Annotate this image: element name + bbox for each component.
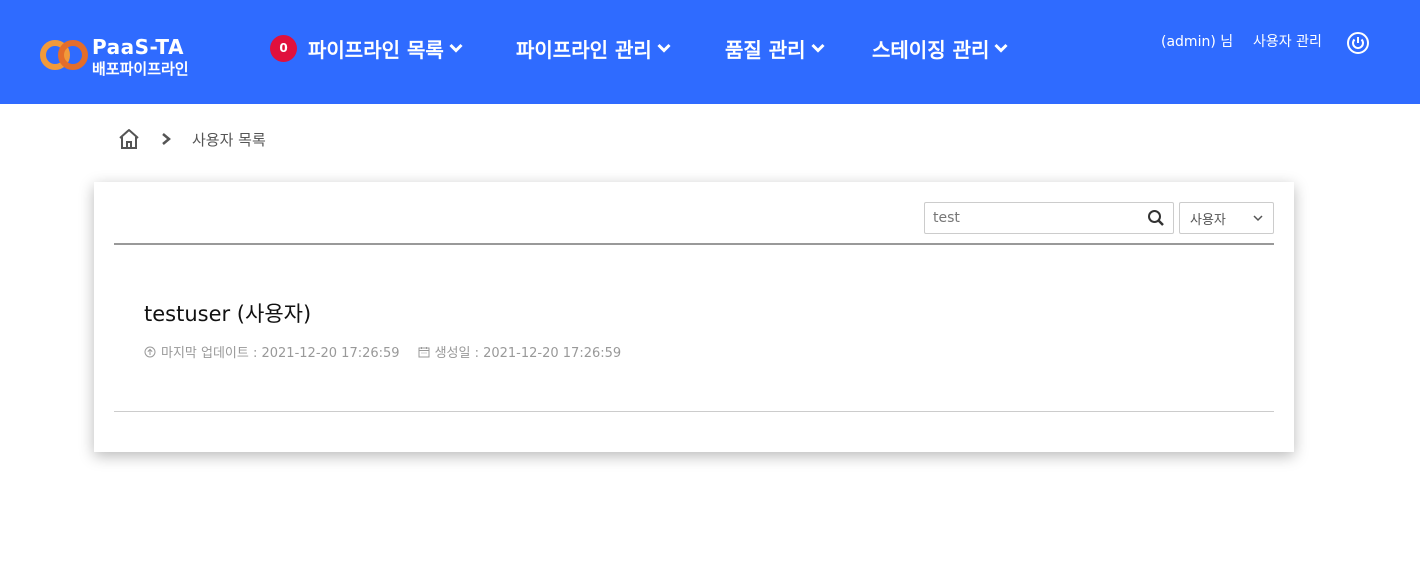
upload-circle-icon [144,346,156,357]
breadcrumb-current: 사용자 목록 [192,131,266,149]
divider [114,243,1274,245]
nav-pipeline-list[interactable]: 0 파이프라인 목록 [270,33,463,63]
divider [114,411,1274,412]
nav-pipeline-manage[interactable]: 파이프라인 관리 [516,33,671,63]
user-item-created: 생성일 : 2021-12-20 17:26:59 [434,346,622,361]
user-item-meta: 마지막 업데이트 : 2021-12-20 17:26:59 생성일 : 202… [144,342,621,361]
nav-pipeline-list-label: 파이프라인 목록 [308,37,444,62]
chevron-down-icon [1253,215,1263,222]
brand-subtitle: 배포파이프라인 [92,60,189,78]
brand-title: PaaS-TA [92,35,184,59]
chevron-down-icon [449,43,463,53]
nav-staging-manage-label: 스테이징 관리 [872,37,990,62]
search-icon[interactable] [1147,209,1165,227]
nav-staging-manage[interactable]: 스테이징 관리 [872,33,1008,63]
brand-logo[interactable]: PaaS-TA 배포파이프라인 [39,35,209,85]
search-box [924,202,1174,234]
nav-pipeline-manage-label: 파이프라인 관리 [516,37,652,62]
notification-badge: 0 [270,34,297,62]
power-icon[interactable] [1346,31,1370,55]
search-input[interactable] [925,203,1151,233]
current-user-label: (admin) 님 [1161,34,1234,50]
search-filter-value: 사용자 [1190,213,1226,228]
search-filter-select[interactable]: 사용자 [1179,202,1274,234]
nav-quality-manage[interactable]: 품질 관리 [725,33,825,63]
calendar-icon [418,346,430,357]
chevron-down-icon [994,43,1008,53]
top-header: PaaS-TA 배포파이프라인 0 파이프라인 목록 파이프라인 관리 품질 관… [0,0,1420,104]
home-icon[interactable] [117,127,141,151]
chevron-down-icon [657,43,671,53]
chevron-down-icon [811,43,825,53]
user-list-card: 사용자 testuser (사용자) 마지막 업데이트 : 2021-12-20… [94,182,1294,452]
user-item-updated: 마지막 업데이트 : 2021-12-20 17:26:59 [161,346,400,361]
chevron-right-icon [162,133,171,145]
logo-rings-icon [40,40,88,70]
nav-quality-manage-label: 품질 관리 [725,37,806,62]
user-management-link[interactable]: 사용자 관리 [1253,31,1322,51]
user-item-title[interactable]: testuser (사용자) [144,298,311,328]
breadcrumb: 사용자 목록 [117,126,266,152]
